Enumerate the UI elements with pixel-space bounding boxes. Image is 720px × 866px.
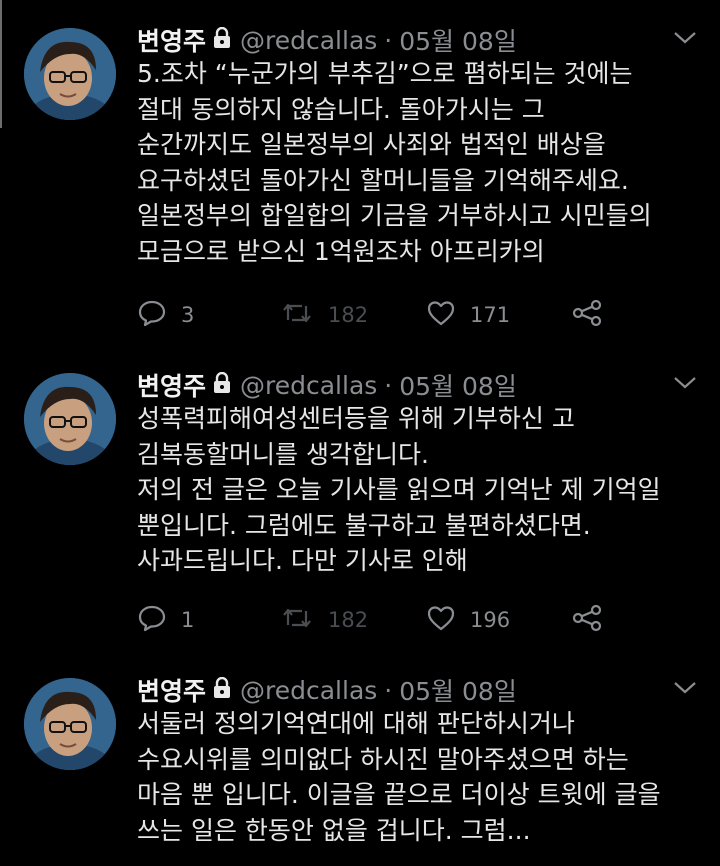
tweet-line: 일본정부의 합일합의 기금을 거부하시고 시민들의 (137, 201, 652, 230)
tweet-header: 변영주 @redcallas · 05월 08일 (137, 672, 517, 708)
tweet-header: 변영주 @redcallas · 05월 08일 (137, 367, 517, 403)
avatar[interactable] (24, 28, 116, 120)
tweet-line: 사과드립니다. 다만 기사로 인해 (137, 546, 468, 575)
tweet[interactable]: 변영주 @redcallas · 05월 08일 서둘러 정의기억연대에 대해 … (0, 650, 720, 866)
tweet-line: 모금으로 받으신 1억원조차 아프리카의 (137, 236, 545, 266)
tweet-line: 서둘러 정의기억연대에 대해 판단하시거나 (137, 709, 575, 738)
tweet-line: 5.조차 “누군가의 부추김”으로 폄하되는 것에는 (137, 59, 633, 88)
author-handle[interactable]: @redcallas (240, 371, 377, 400)
like-button[interactable]: 171 (426, 298, 510, 332)
avatar-image (24, 28, 116, 120)
tweet-date[interactable]: 05월 08일 (399, 22, 517, 58)
reply-icon (137, 603, 167, 637)
tweet-header: 변영주 @redcallas · 05월 08일 (137, 22, 517, 58)
share-button[interactable] (571, 603, 603, 637)
tweet-actions: 3 182 171 (137, 298, 617, 332)
chevron-down-icon[interactable] (672, 680, 698, 700)
author-name[interactable]: 변영주 (137, 367, 206, 403)
tweet-line: 김복동할머니를 생각합니다. (137, 439, 429, 469)
retweet-button[interactable]: 182 (280, 298, 368, 332)
like-icon (426, 604, 456, 636)
author-name[interactable]: 변영주 (137, 672, 206, 708)
retweet-count: 182 (328, 303, 369, 327)
tweet-line: 절대 동의하지 않습니다. 돌아가시는 그 (137, 94, 545, 124)
author-handle[interactable]: @redcallas (240, 676, 377, 705)
tweet-actions: 1 182 196 (137, 603, 617, 637)
lock-icon (212, 26, 232, 53)
avatar[interactable] (24, 373, 116, 465)
like-count: 171 (470, 303, 511, 327)
tweet[interactable]: 변영주 @redcallas · 05월 08일 5.조차 “누군가의 부추김”… (0, 0, 720, 345)
tweet-line: 순간까지도 일본정부의 사죄와 법적인 배상을 (137, 130, 606, 159)
separator-dot: · (384, 25, 393, 55)
like-icon (426, 299, 456, 331)
reply-button[interactable]: 3 (137, 298, 194, 332)
chevron-down-icon[interactable] (672, 375, 698, 395)
tweet-line: 쓰는 일은 한동안 없을 겁니다. 그럼... (137, 815, 531, 845)
retweet-icon (280, 605, 314, 635)
share-button[interactable] (571, 298, 603, 332)
retweet-icon (280, 300, 314, 330)
tweet-date[interactable]: 05월 08일 (399, 367, 517, 403)
retweet-button[interactable]: 182 (280, 603, 368, 637)
author-handle[interactable]: @redcallas (240, 26, 377, 55)
separator-dot: · (384, 675, 393, 705)
avatar-image (24, 678, 116, 770)
lock-icon (212, 371, 232, 398)
tweet-line: 수요시위를 의미없다 하시진 말아주셨으면 하는 (137, 744, 629, 774)
like-count: 196 (470, 608, 511, 632)
reply-icon (137, 298, 167, 332)
avatar-image (24, 373, 116, 465)
tweet-text: 서둘러 정의기억연대에 대해 판단하시거나 수요시위를 의미없다 하시진 말아주… (137, 706, 712, 848)
tweet-line: 요구하셨던 돌아가신 할머니들을 기억해주세요. (137, 165, 629, 195)
reply-button[interactable]: 1 (137, 603, 194, 637)
avatar[interactable] (24, 678, 116, 770)
share-icon (571, 299, 603, 331)
author-name[interactable]: 변영주 (137, 22, 206, 58)
tweet-line: 성폭력피해여성센터등을 위해 기부하신 고 (137, 404, 575, 433)
lock-icon (212, 676, 232, 703)
tweet[interactable]: 변영주 @redcallas · 05월 08일 성폭력피해여성센터등을 위해 … (0, 345, 720, 650)
tweet-line: 저의 전 글은 오늘 기사를 읽으며 기억난 제 기억일 (137, 475, 661, 504)
share-icon (571, 604, 603, 636)
tweet-line: 마음 뿐 입니다. 이글을 끝으로 더이상 트윗에 글을 (137, 780, 661, 809)
separator-dot: · (384, 370, 393, 400)
reply-count: 1 (181, 608, 195, 632)
tweet-text: 성폭력피해여성센터등을 위해 기부하신 고 김복동할머니를 생각합니다. 저의 … (137, 401, 712, 579)
reply-count: 3 (181, 303, 195, 327)
like-button[interactable]: 196 (426, 603, 510, 637)
chevron-down-icon[interactable] (672, 30, 698, 50)
tweet-text: 5.조차 “누군가의 부추김”으로 폄하되는 것에는 절대 동의하지 않습니다.… (137, 56, 712, 269)
tweet-date[interactable]: 05월 08일 (399, 672, 517, 708)
retweet-count: 182 (328, 608, 369, 632)
tweet-line: 뿐입니다. 그럼에도 불구하고 불편하셨다면. (137, 510, 591, 540)
